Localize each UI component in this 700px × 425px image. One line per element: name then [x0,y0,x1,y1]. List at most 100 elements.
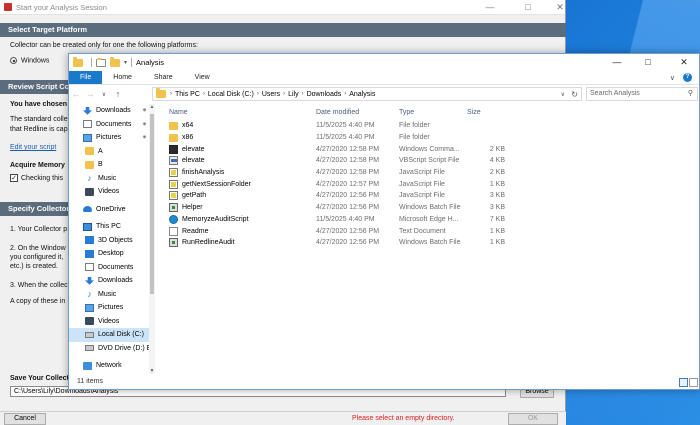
sidebar-item-a[interactable]: A [69,145,149,159]
search-input[interactable]: Search Analysis ⚲ [586,87,698,101]
checkbox-checked-icon: ✓ [10,174,18,182]
column-date-modified[interactable]: Date modified [316,109,359,116]
sidebar-item-local-disk-c[interactable]: Local Disk (C:) [69,328,149,342]
this-pc-icon [83,222,92,231]
column-name[interactable]: Name [169,109,188,116]
edit-script-link[interactable]: Edit your script [10,144,56,151]
sidebar-item-downloads[interactable]: Downloads [69,274,149,288]
sidebar-item-videos[interactable]: Videos [69,185,149,199]
sidebar-item-downloads[interactable]: Downloads ✷ [69,104,149,118]
recent-locations-icon[interactable]: ∨ [97,91,111,98]
maximize-icon[interactable]: □ [631,54,665,71]
file-row[interactable]: getPath 4/27/2020 12:56 PM JavaScript File… [159,190,699,202]
sidebar-item-label: Music [98,174,117,182]
cancel-button[interactable]: Cancel [4,413,46,425]
save-collector-label: Save Your Collect [10,375,69,382]
navigation-scrollbar[interactable]: ▲ ▼ [149,104,155,374]
sidebar-item-videos[interactable]: Videos [69,315,149,329]
sidebar-item-this-pc[interactable]: This PC [69,220,149,234]
tab-home[interactable]: Home [102,71,143,84]
file-row[interactable]: x86 11/5/2025 4:40 PM File folder [159,132,699,144]
local-disk-icon [85,331,94,338]
file-date-modified: 11/5/2025 4:40 PM [316,134,375,142]
scroll-thumb[interactable] [150,114,154,294]
sidebar-item-documents[interactable]: Documents ✷ [69,118,149,132]
music-icon: ♪ [87,173,92,184]
close-icon[interactable]: ✕ [667,54,700,71]
file-row[interactable]: finishAnalysis 4/27/2020 12:58 PM JavaScri… [159,167,699,179]
expand-ribbon-icon[interactable]: ∨ [670,74,675,82]
file-date-modified: 4/27/2020 12:58 PM [316,145,380,153]
sidebar-item-music[interactable]: ♪ Music [69,172,149,186]
address-dropdown-icon[interactable]: ∨ [561,91,565,98]
file-name: Helper [182,204,203,212]
file-row[interactable]: Helper 4/27/2020 12:56 PM Windows Batch Fi… [159,202,699,214]
sidebar-item-desktop[interactable]: Desktop [69,247,149,261]
breadcrumb-downloads[interactable]: Downloads [307,91,342,98]
help-icon[interactable]: ? [683,73,692,82]
breadcrumb-local-disk[interactable]: Local Disk (C:) [208,91,254,98]
dialog-title: Start your Analysis Session [16,2,107,12]
sidebar-item-label: Documents [98,263,134,271]
sidebar-item-onedrive[interactable]: OneDrive [69,203,149,217]
file-name: getNextSessionFolder [182,180,251,188]
folder-file-icon [169,121,178,130]
close-icon[interactable]: ✕ [545,0,575,15]
file-name: x86 [182,134,194,142]
breadcrumb-lily[interactable]: Lily [288,91,299,98]
sidebar-item-b[interactable]: B [69,158,149,172]
file-type: Text Document [399,227,446,235]
sidebar-item-label: Videos [98,188,120,196]
file-row[interactable]: elevate 4/27/2020 12:58 PM Windows Comma..… [159,143,699,155]
forward-arrow-icon[interactable]: → [83,89,97,99]
desktop-icon [85,249,94,258]
section-select-platform: Select Target Platform [0,23,566,37]
sidebar-item-network[interactable]: Network [69,359,149,373]
file-size: 1 KB [489,180,505,188]
sidebar-item-dvd-drive-d-e[interactable]: DVD Drive (D:) E [69,342,149,356]
file-row[interactable]: x64 11/5/2025 4:40 PM File folder [159,120,699,132]
tab-share[interactable]: Share [143,71,184,84]
breadcrumb-analysis[interactable]: Analysis [349,91,375,98]
folder-icon [85,160,94,169]
address-bar[interactable]: › This PC › Local Disk (C:) › Users › Lily ›… [152,87,582,101]
scroll-up-icon[interactable]: ▲ [149,104,155,110]
search-icon: ⚲ [687,90,693,97]
back-arrow-icon[interactable]: ← [69,89,83,99]
file-type: Windows Batch File [399,204,461,212]
sidebar-item-pictures[interactable]: Pictures [69,301,149,315]
column-type[interactable]: Type [399,109,414,116]
file-row[interactable]: MemoryzeAuditScript 11/5/2025 4:40 PM Micr… [159,214,699,226]
new-folder-icon[interactable] [110,56,120,67]
sidebar-item-music[interactable]: ♪ Music [69,288,149,302]
file-row[interactable]: getNextSessionFolder 4/27/2020 12:57 PM Ja… [159,178,699,190]
tab-view[interactable]: View [184,71,221,84]
file-name: x64 [182,122,194,130]
up-arrow-icon[interactable]: ↑ [111,89,125,99]
sidebar-item-label: B [98,161,103,169]
details-view-icon[interactable] [679,378,688,387]
sidebar-item-label: Music [98,290,117,298]
minimize-icon[interactable]: — [600,54,634,71]
platform-radio-windows[interactable]: Windows [10,57,49,64]
breadcrumb-users[interactable]: Users [262,91,280,98]
status-item-count: 11 items [77,378,103,385]
ok-button[interactable]: OK [508,413,558,425]
breadcrumb-this-pc[interactable]: This PC [175,91,200,98]
refresh-icon[interactable]: ↻ [571,90,578,99]
customize-toolbar-icon[interactable]: ▾ [124,59,127,66]
minimize-icon[interactable]: — [475,0,505,15]
file-row[interactable]: Readme 4/27/2020 12:56 PM Text Document 1 K… [159,225,699,237]
properties-icon[interactable] [96,57,106,67]
file-row[interactable]: RunRedlineAudit 4/27/2020 12:56 PM Windows… [159,237,699,249]
maximize-icon[interactable]: □ [513,0,543,15]
tab-file[interactable]: File [69,71,103,84]
column-size[interactable]: Size [467,109,505,116]
scroll-down-icon[interactable]: ▼ [149,368,155,374]
sidebar-item-pictures[interactable]: Pictures ✷ [69,131,149,145]
checking-checkbox[interactable]: ✓ Checking this [10,174,63,182]
file-row[interactable]: elevate 4/27/2020 12:58 PM VBScript Script… [159,155,699,167]
large-icons-view-icon[interactable] [689,378,698,387]
sidebar-item-3d-objects[interactable]: 3D Objects [69,234,149,248]
sidebar-item-documents[interactable]: Documents [69,261,149,275]
